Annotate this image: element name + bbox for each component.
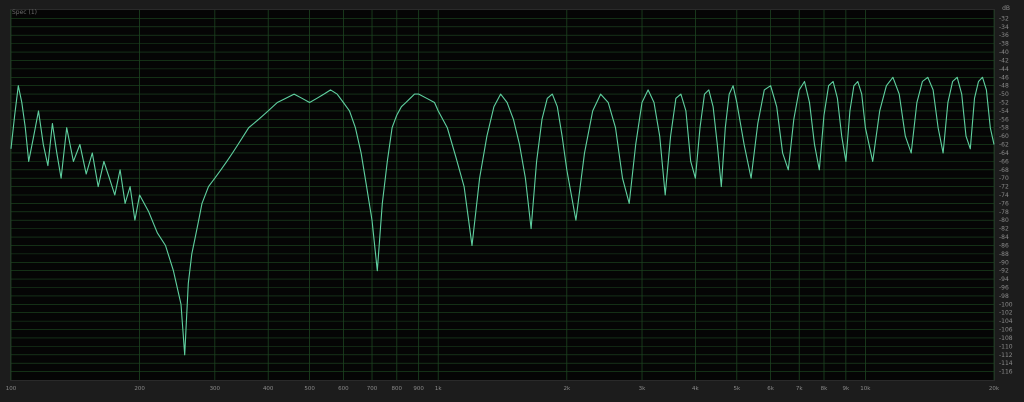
y-tick-label: -94 bbox=[999, 276, 1009, 283]
y-tick-label: -38 bbox=[999, 41, 1009, 48]
x-tick-label: 2k bbox=[563, 386, 570, 392]
y-tick-label: -92 bbox=[999, 268, 1009, 275]
y-tick-label: -40 bbox=[999, 49, 1009, 56]
y-tick-label: -96 bbox=[999, 285, 1009, 292]
y-tick-label: -86 bbox=[999, 242, 1009, 249]
y-tick-label: -46 bbox=[999, 74, 1009, 81]
x-tick-label: 9k bbox=[843, 386, 850, 392]
y-tick-label: -102 bbox=[999, 310, 1013, 317]
y-tick-label: -64 bbox=[999, 150, 1009, 157]
spectrum-analyzer-panel: Spec (1) dB -32 -34 -36 -38 -40 -42 -44 -46 -48-… bbox=[0, 0, 1024, 402]
y-tick-label: -82 bbox=[999, 226, 1009, 233]
y-tick-label: -66 bbox=[999, 158, 1009, 165]
y-tick-label: -100 bbox=[999, 301, 1013, 308]
y-tick-label: -108 bbox=[999, 335, 1013, 342]
y-tick-label: -70 bbox=[999, 175, 1009, 182]
y-tick-label: -60 bbox=[999, 133, 1009, 140]
y-tick-label: -44 bbox=[999, 66, 1009, 73]
y-tick-label: -80 bbox=[999, 217, 1009, 224]
x-tick-label: 100 bbox=[6, 386, 17, 392]
y-tick-label: -78 bbox=[999, 209, 1009, 216]
y-tick-label: -50 bbox=[999, 91, 1009, 98]
y-tick-label: -68 bbox=[999, 167, 1009, 174]
x-tick-label: 900 bbox=[413, 386, 424, 392]
y-tick-label: -110 bbox=[999, 343, 1013, 350]
x-tick-label: 6k bbox=[767, 386, 774, 392]
x-tick-label: 10k bbox=[860, 386, 871, 392]
y-tick-label: -84 bbox=[999, 234, 1009, 241]
y-tick-label: -58 bbox=[999, 125, 1009, 132]
x-tick-label: 200 bbox=[134, 386, 145, 392]
y-tick-label: -104 bbox=[999, 318, 1013, 325]
x-tick-label: 8k bbox=[821, 386, 828, 392]
x-tick-label: 700 bbox=[367, 386, 378, 392]
y-tick-label: -106 bbox=[999, 327, 1013, 334]
x-tick-label: 4k bbox=[692, 386, 699, 392]
y-tick-label: -62 bbox=[999, 142, 1009, 149]
x-tick-label: 500 bbox=[304, 386, 315, 392]
x-tick-label: 5k bbox=[733, 386, 740, 392]
y-tick-label: -36 bbox=[999, 32, 1009, 39]
x-tick-label: 400 bbox=[263, 386, 274, 392]
x-tick-label: 7k bbox=[796, 386, 803, 392]
spectrum-series-line bbox=[10, 76, 995, 356]
x-tick-label: 600 bbox=[338, 386, 349, 392]
y-tick-label: -76 bbox=[999, 200, 1009, 207]
y-tick-label: -112 bbox=[999, 352, 1013, 359]
x-tick-label: 800 bbox=[392, 386, 403, 392]
y-tick-label: -52 bbox=[999, 100, 1009, 107]
y-tick-label: -48 bbox=[999, 83, 1009, 90]
spectrum-chart: -32 -34-36 -38-40-42 -44-46 -48-50 -52-54-56 -… bbox=[6, 10, 1013, 392]
x-tick-label: 1k bbox=[435, 386, 442, 392]
y-tick-label: -56 bbox=[999, 116, 1009, 123]
y-tick-label: -88 bbox=[999, 251, 1009, 258]
y-tick-label: -42 bbox=[999, 57, 1009, 64]
y-tick-label: -32 bbox=[999, 15, 1009, 22]
y-tick-label: -116 bbox=[999, 369, 1013, 376]
y-tick-label: -72 bbox=[999, 184, 1009, 191]
x-tick-label: 300 bbox=[210, 386, 221, 392]
y-tick-label: -114 bbox=[999, 360, 1013, 367]
y-tick-label: -54 bbox=[999, 108, 1009, 115]
y-tick-label: -74 bbox=[999, 192, 1009, 199]
y-tick-label: -34 bbox=[999, 24, 1009, 31]
y-tick-label: -90 bbox=[999, 259, 1009, 266]
x-tick-label: 3k bbox=[639, 386, 646, 392]
x-tick-label: 20k bbox=[989, 386, 1000, 392]
y-tick-label: -98 bbox=[999, 293, 1009, 300]
